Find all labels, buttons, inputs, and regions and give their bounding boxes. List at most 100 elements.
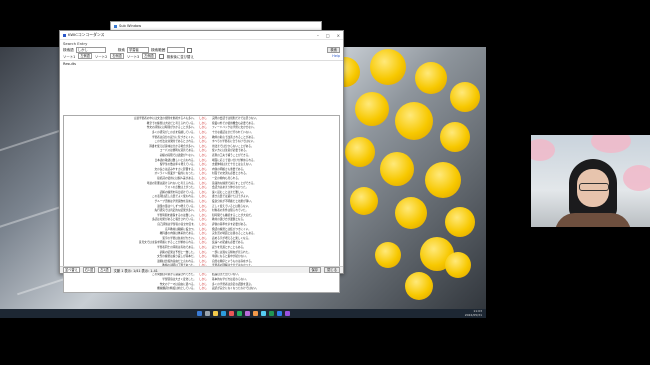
left-context: グループ活動は学習意欲を高める。 <box>154 199 196 203</box>
help-link[interactable]: Help <box>332 54 340 58</box>
concordance-row[interactable]: 学習者同士の添削は有効である。 しかし 誤りを見落とすこともある。 <box>64 245 339 250</box>
kwic-window[interactable]: KWICコンコーダンス – □ × Search Entry 検索語 しかし 検… <box>59 30 344 293</box>
mimosa-flower <box>395 102 433 140</box>
concordance-row[interactable]: この表現は話し言葉でよく使われる。 しかし 書き言葉では避けたほうがよい。 <box>64 194 339 199</box>
results-label: Results <box>60 60 343 67</box>
concordance-row[interactable]: コーパスは便利な道具である。 しかし 使い方には注意が必要である。 <box>64 148 339 153</box>
left-context: 作文のテーマは自由に選べる。 <box>159 282 196 286</box>
right-context: 誤訳が完全になくなったわけではない。 <box>212 287 259 291</box>
maximize-button[interactable]: □ <box>326 33 330 38</box>
node-word: しかし <box>199 186 207 190</box>
concordance-row[interactable]: 語彙の量は少しずつ増えている。 しかし 正しく使えているとは限らない。 <box>64 203 339 208</box>
taskbar-app-icon[interactable] <box>220 311 226 316</box>
concordance-row[interactable]: 文の長さは読みやすさに影響する。 しかし 内容の明確さも重要である。 <box>64 167 339 172</box>
concordance-row[interactable]: グループ活動は学習意欲を高める。 しかし 役割分担が不明確だと効果が薄い。 <box>64 199 339 204</box>
concordance-row[interactable]: 日本語の敬語は難しいと言われる。 しかし 場面に応じて使い分けが求められる。 <box>64 157 339 162</box>
concordance-row[interactable]: 読解の練習を毎日続けている。 しかし 速く読むことはまだ難しい。 <box>64 190 339 195</box>
node-word: しかし <box>199 149 207 153</box>
concordance-row[interactable]: 辞書を使えば意味は分かる場合が多い。 しかし 用法までは分からないことがある。 <box>64 144 339 149</box>
concordance-row[interactable]: この方法は効果的であるとされる。 しかし すべての学習者に合うわけではない。 <box>64 139 339 144</box>
concordance-row[interactable]: 音声教材は聴解に役立つ。 しかし 発話の練習とは結びつきにくい。 <box>64 226 339 231</box>
sort-mode-select[interactable]: 並べ替え <box>63 267 80 273</box>
left-context: 学習環境は大きく変化した。 <box>162 278 196 282</box>
node-word: しかし <box>199 282 207 286</box>
save-button[interactable]: 保存 <box>308 267 322 273</box>
close-window-button[interactable]: 閉じる <box>324 267 340 273</box>
concordance-row[interactable]: 機械翻訳の精度は向上している。 しかし 誤訳が完全になくなったわけではない。 <box>64 286 339 291</box>
search-button[interactable]: 検索 <box>327 47 340 53</box>
right-context: 対象者の条件は限られていた。 <box>212 209 249 213</box>
sort-after-search-checkbox[interactable] <box>158 53 164 59</box>
concordance-row[interactable]: 先行研究では肯定的な結果が多い。 しかし 対象者の条件は限られていた。 <box>64 208 339 213</box>
right-context: 正しく使えているとは限らない。 <box>212 204 251 208</box>
concordance-row[interactable]: 多読は効果があると報告されている。 しかし 教材の選び方が課題となる。 <box>64 217 339 222</box>
concordance-row[interactable]: 母語の影響は避けられないと考えられる。 しかし 意識的な練習で減らすことができる。 <box>64 180 339 185</box>
sort3-select[interactable]: 左側語 <box>142 53 156 59</box>
concordance-row[interactable]: 学習者は自分の誤りに気づきにくい。 しかし 教師の助言で改善されることがある。 <box>64 134 339 139</box>
taskbar-app-icon[interactable] <box>244 311 250 316</box>
right-context: 使い方には注意が必要である。 <box>212 149 249 153</box>
concordance-row[interactable]: 教室での練習は大切だと考えられている。 しかし 授業以外での使用機会も必要である。 <box>64 121 339 126</box>
sort1-select[interactable]: 左側語 <box>78 53 92 59</box>
left-context-select[interactable]: 左2語 <box>98 267 111 273</box>
right-context: 役割分担が不明確だと効果が薄い。 <box>212 199 254 203</box>
concordance-row[interactable]: オンライン授業が一般的になった。 しかし 対面での交流も必要とされる。 <box>64 171 339 176</box>
taskbar-app-icon[interactable] <box>252 311 258 316</box>
concordance-row[interactable]: 漢字の学習は負担が大きい。 しかし 読める字が増えると楽しくなる。 <box>64 235 339 240</box>
taskbar-app-icon[interactable] <box>236 311 242 316</box>
concordance-row[interactable]: 語順は比較的自由だと言われる。 しかし 自然な順序というものは存在する。 <box>64 258 339 263</box>
concordance-row[interactable]: 教科書の内容は体系的である。 しかし 実生活の場面とは異なることもある。 <box>64 231 339 236</box>
node-word: しかし <box>199 167 207 171</box>
window-range-input[interactable] <box>167 47 186 53</box>
taskbar-app-icon[interactable] <box>204 311 210 316</box>
left-context: 日本語の敬語は難しいと言われる。 <box>154 158 196 162</box>
node-word: しかし <box>199 227 207 231</box>
concordance-row[interactable]: 多くの研究がこの点を指摘している。 しかし 十分な検証はまだ行われていない。 <box>64 130 339 135</box>
concordance-row[interactable]: 意見文では主張を明確にすることが求められる。 しかし 反論への配慮も必要である。 <box>64 240 339 245</box>
window-titlebar[interactable]: KWICコンコーダンス – □ × <box>60 31 343 40</box>
mimosa-flower <box>445 252 471 278</box>
mimosa-flower <box>425 162 461 198</box>
concordance-row[interactable]: 学習環境は大きく変化した。 しかし 基本的な学び方は変わらない。 <box>64 277 339 282</box>
concordance-row[interactable]: テストの点数は上がった。 しかし 会話力はあまり伸びなかった。 <box>64 185 339 190</box>
node-word: しかし <box>199 222 207 226</box>
right-context: 対面での交流も必要とされる。 <box>212 172 249 176</box>
sort2-select[interactable]: 右側語 <box>110 53 124 59</box>
left-context: コーパスは便利な道具である。 <box>159 149 196 153</box>
node-word: しかし <box>199 158 207 162</box>
status-bar: 並べ替え 右1語 左2語 文脈 1 表示: 1/41 表示: 1-41 保存 閉… <box>60 266 343 273</box>
concordance-row[interactable]: 初級の段階では語彙が少ない。 しかし 表現の工夫で補うことができる。 <box>64 153 339 158</box>
mimosa-flower <box>440 122 470 152</box>
node-word: しかし <box>199 273 207 277</box>
concordance-row[interactable]: 留学生の数は年々増えている。 しかし 支援体制はまだ十分とは言えない。 <box>64 162 339 167</box>
concordance-row[interactable]: 文型の練習は繰り返しが基本だ。 しかし 単調になると集中が続かない。 <box>64 254 339 259</box>
minimize-button[interactable]: – <box>317 33 319 38</box>
taskbar-app-icon[interactable] <box>212 311 218 316</box>
taskbar-app-icon[interactable] <box>284 311 290 316</box>
window-range-label: 検索範囲 <box>150 47 166 52</box>
taskbar-app-icon[interactable] <box>228 311 234 316</box>
concordance-row[interactable]: 調査の結果は予想と一致した。 しかし 一部には異なる傾向が見られた。 <box>64 249 339 254</box>
sort3-label: ソート3 <box>126 54 140 59</box>
concordance-row[interactable]: 接続詞の使用には個人差がある。 しかし 一定の傾向も見られる。 <box>64 176 339 181</box>
taskbar-app-icon[interactable] <box>276 311 282 316</box>
concordance-row[interactable]: 学習時間を確保するのは難しい。 しかし 短時間でも継続することが大切だ。 <box>64 212 339 217</box>
concordance-row[interactable]: 自己評価は学習者の自立を促す。 しかし 評価の基準を示す必要がある。 <box>64 222 339 227</box>
left-context: 学習時間を確保するのは難しい。 <box>157 213 196 217</box>
search-label: 検索語 <box>63 47 74 52</box>
app-icon <box>114 24 117 28</box>
node-word: しかし <box>199 117 207 121</box>
concordance-row[interactable]: 言語学習者の中には文法の規則を重視する人も多い。 しかし 実際の会話では規則だけでは… <box>64 116 339 121</box>
sort2-label: ソート2 <box>94 54 108 59</box>
option-checkbox[interactable] <box>187 47 193 53</box>
node-word: しかし <box>199 135 207 139</box>
concordance-row[interactable]: 作文の評価には時間がかかることが多い。 しかし フィードバックは学習に欠かせない。 <box>64 125 339 130</box>
close-button[interactable]: × <box>337 33 340 38</box>
taskbar-app-icon[interactable] <box>260 311 266 316</box>
taskbar-clock[interactable]: 11:03 2022/05/31 <box>465 309 482 317</box>
node-word: しかし <box>199 121 207 125</box>
taskbar-app-icon[interactable] <box>196 311 202 316</box>
taskbar-app-icon[interactable] <box>268 311 274 316</box>
right-context-select[interactable]: 右1語 <box>82 267 96 273</box>
concordance-row[interactable]: 作文のテーマは自由に選べる。 しかし 多くの学習者は身近な話題を選ぶ。 <box>64 281 339 286</box>
